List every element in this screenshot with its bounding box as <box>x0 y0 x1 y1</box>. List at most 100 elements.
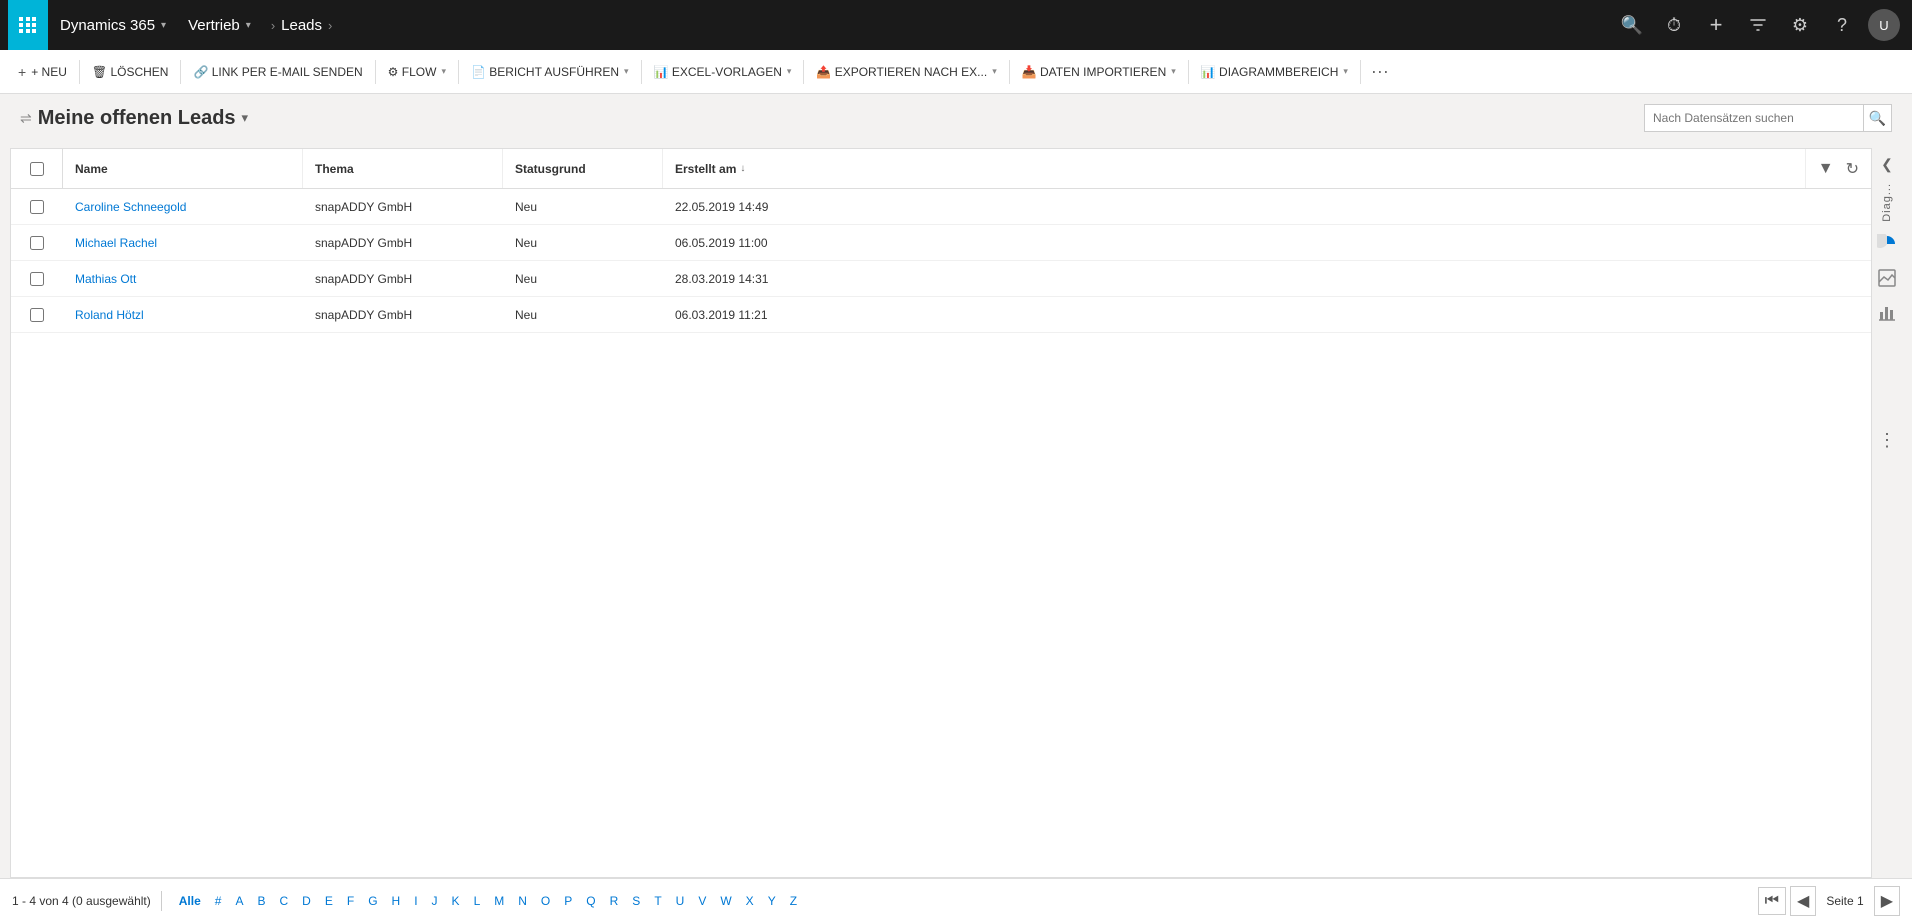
thema-text-1: snapADDY GmbH <box>315 200 412 214</box>
row-checkbox-cell-1[interactable] <box>11 200 63 214</box>
alpha-d[interactable]: D <box>295 894 318 908</box>
diagram-button[interactable]: 📊 DIAGRAMMBEREICH ▾ <box>1191 50 1358 94</box>
alpha-g[interactable]: G <box>361 894 384 908</box>
alpha-h[interactable]: H <box>385 894 408 908</box>
alpha-w[interactable]: W <box>713 894 738 908</box>
alpha-x[interactable]: X <box>739 894 761 908</box>
row-thema-2: snapADDY GmbH <box>303 225 503 260</box>
alpha-t[interactable]: T <box>647 894 668 908</box>
flow-button[interactable]: ⚙ FLOW ▾ <box>378 50 456 94</box>
sidebar-image-chart-icon[interactable] <box>1871 262 1903 294</box>
global-search-button[interactable]: 🔍 <box>1612 0 1652 50</box>
alpha-y[interactable]: Y <box>761 894 783 908</box>
alpha-a[interactable]: A <box>228 894 250 908</box>
alpha-n[interactable]: N <box>511 894 534 908</box>
alpha-m[interactable]: M <box>487 894 511 908</box>
row-checkbox-1[interactable] <box>30 200 44 214</box>
sidebar-collapse-button[interactable]: ❮ <box>1877 152 1897 177</box>
select-all-checkbox[interactable] <box>30 162 44 176</box>
row-checkbox-cell-2[interactable] <box>11 236 63 250</box>
alpha-f[interactable]: F <box>340 894 361 908</box>
table-filter-button[interactable]: ▼ <box>1814 156 1838 182</box>
first-page-button[interactable]: ⏮ <box>1758 887 1786 915</box>
export-button[interactable]: 📤 EXPORTIEREN NACH EX... ▾ <box>806 50 1006 94</box>
new-button[interactable]: + + NEU <box>8 50 77 94</box>
excel-templates-button[interactable]: 📊 EXCEL-VORLAGEN ▾ <box>644 50 802 94</box>
lead-link-2[interactable]: Michael Rachel <box>75 236 157 250</box>
search-area: 🔍 <box>1644 104 1892 132</box>
alpha-alle[interactable]: Alle <box>172 894 208 908</box>
col-header-erstellt[interactable]: Erstellt am ↓ <box>663 149 1806 188</box>
alpha-u[interactable]: U <box>669 894 692 908</box>
toolbar-separator-6 <box>803 60 804 84</box>
alpha-i[interactable]: I <box>407 894 424 908</box>
apps-menu-button[interactable] <box>8 0 48 50</box>
diagram-chevron-icon: ▾ <box>1343 66 1348 77</box>
row-name-2: Michael Rachel <box>63 225 303 260</box>
row-checkbox-4[interactable] <box>30 308 44 322</box>
alpha-c[interactable]: C <box>272 894 295 908</box>
alpha-v[interactable]: V <box>691 894 713 908</box>
alpha-e[interactable]: E <box>318 894 340 908</box>
new-icon: + <box>18 64 26 80</box>
alpha-l[interactable]: L <box>467 894 488 908</box>
flow-label: ⚙ FLOW <box>388 65 437 79</box>
alpha-q[interactable]: Q <box>579 894 602 908</box>
row-checkbox-cell-3[interactable] <box>11 272 63 286</box>
email-link-button[interactable]: 🔗 LINK PER E-MAIL SENDEN <box>183 50 372 94</box>
report-button[interactable]: 📄 BERICHT AUSFÜHREN ▾ <box>461 50 639 94</box>
status-text-3: Neu <box>515 272 537 286</box>
delete-button[interactable]: 🗑 LÖSCHEN <box>82 50 179 94</box>
alpha-b[interactable]: B <box>250 894 272 908</box>
next-page-button[interactable]: ▶ <box>1874 886 1900 916</box>
alpha-s[interactable]: S <box>625 894 647 908</box>
alpha-k[interactable]: K <box>445 894 467 908</box>
prev-page-button[interactable]: ◀ <box>1790 886 1816 916</box>
sidebar-diag-label[interactable]: Diag... <box>1881 179 1893 226</box>
search-input[interactable] <box>1644 104 1864 132</box>
alpha-hash[interactable]: # <box>208 894 229 908</box>
row-name-3: Mathias Ott <box>63 261 303 296</box>
alpha-o[interactable]: O <box>534 894 557 908</box>
import-button[interactable]: 📥 DATEN IMPORTIEREN ▾ <box>1012 50 1186 94</box>
row-status-1: Neu <box>503 189 663 224</box>
sidebar-more-icon[interactable]: ⋮ <box>1878 430 1896 451</box>
table-row: Caroline Schneegold snapADDY GmbH Neu 22… <box>11 189 1871 225</box>
avatar[interactable]: U <box>1868 9 1900 41</box>
row-checkbox-3[interactable] <box>30 272 44 286</box>
row-checkbox-cell-4[interactable] <box>11 308 63 322</box>
col-thema-label: Thema <box>315 162 354 176</box>
row-thema-3: snapADDY GmbH <box>303 261 503 296</box>
alpha-r[interactable]: R <box>603 894 626 908</box>
recent-items-button[interactable]: ⏱ <box>1654 0 1694 50</box>
table-refresh-button[interactable]: ↻ <box>1842 155 1863 183</box>
col-header-thema[interactable]: Thema <box>303 149 503 188</box>
page-navigation: ⏮ ◀ Seite 1 ▶ <box>1758 886 1900 916</box>
col-header-name[interactable]: Name <box>63 149 303 188</box>
col-header-statusgrund[interactable]: Statusgrund <box>503 149 663 188</box>
alpha-z[interactable]: Z <box>783 894 804 908</box>
pin-icon: ⇌ <box>20 110 32 127</box>
lead-link-1[interactable]: Caroline Schneegold <box>75 200 186 214</box>
new-record-button[interactable]: + <box>1696 0 1736 50</box>
view-title-chevron-icon[interactable]: ▾ <box>242 110 249 126</box>
search-button[interactable]: 🔍 <box>1864 104 1892 132</box>
select-all-cell[interactable] <box>11 149 63 188</box>
row-checkbox-2[interactable] <box>30 236 44 250</box>
sidebar-pie-chart-icon[interactable] <box>1871 228 1903 260</box>
lead-link-4[interactable]: Roland Hötzl <box>75 308 144 322</box>
thema-text-2: snapADDY GmbH <box>315 236 412 250</box>
table-row: Michael Rachel snapADDY GmbH Neu 06.05.2… <box>11 225 1871 261</box>
settings-button[interactable]: ⚙ <box>1780 0 1820 50</box>
row-status-3: Neu <box>503 261 663 296</box>
alpha-j[interactable]: J <box>425 894 445 908</box>
sidebar-bar-chart-icon[interactable] <box>1871 296 1903 328</box>
help-button[interactable]: ? <box>1822 0 1862 50</box>
alpha-p[interactable]: P <box>557 894 579 908</box>
brand-button[interactable]: Dynamics 365 ▾ <box>48 17 178 34</box>
advanced-filter-button[interactable] <box>1738 0 1778 50</box>
data-panel: Name Thema Statusgrund Erstellt am ↓ ▼ ↻ <box>10 148 1872 878</box>
more-options-button[interactable]: ··· <box>1363 50 1397 94</box>
module-button[interactable]: Vertrieb ▾ <box>178 17 261 34</box>
lead-link-3[interactable]: Mathias Ott <box>75 272 136 286</box>
